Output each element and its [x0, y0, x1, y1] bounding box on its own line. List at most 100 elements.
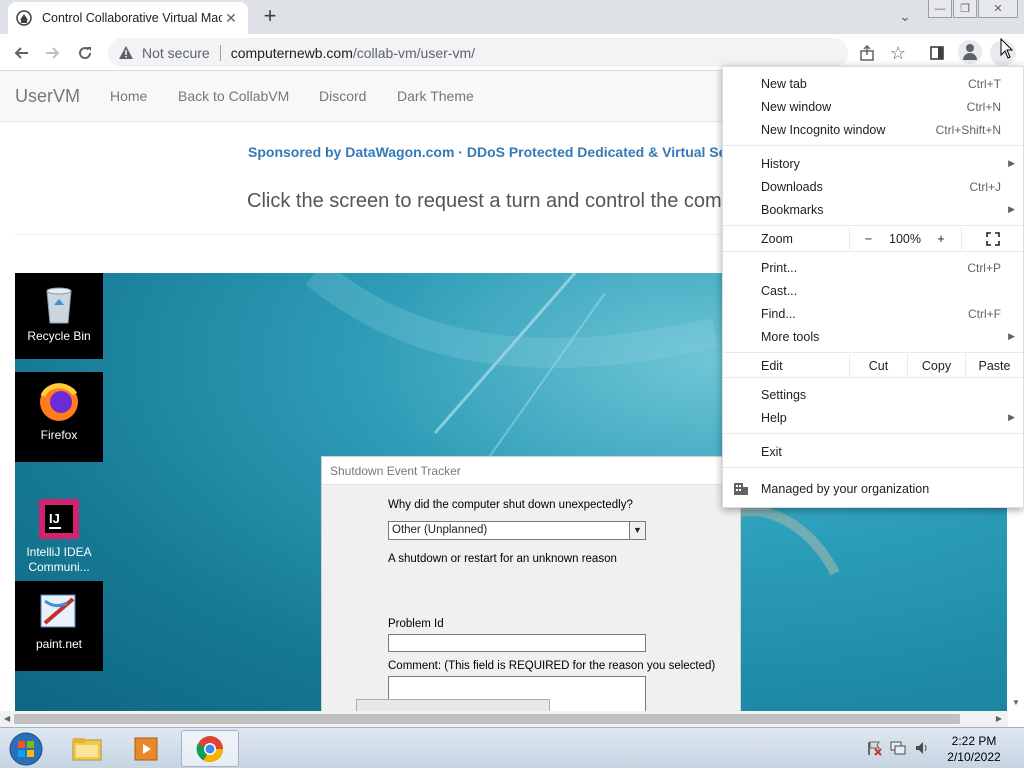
bookmark-star-icon[interactable]: ☆	[885, 40, 911, 66]
clock-date: 2/10/2022	[947, 750, 1001, 764]
windows-taskbar: 2:22 PM 2/10/2022	[0, 727, 1024, 768]
horizontal-scroll-thumb[interactable]	[14, 714, 960, 724]
menu-item-downloads[interactable]: Downloads Ctrl+J	[723, 175, 1023, 198]
zoom-out-button[interactable]: −	[849, 227, 887, 250]
tab-close-icon[interactable]: ✕	[222, 9, 240, 27]
recycle-bin-icon	[37, 281, 81, 325]
start-button[interactable]	[6, 730, 46, 767]
menu-separator	[723, 377, 1023, 378]
menu-item-history[interactable]: History ▶	[723, 152, 1023, 175]
horizontal-scrollbar[interactable]: ◀ ▶	[0, 711, 1008, 727]
menu-shortcut: Ctrl+J	[969, 179, 1001, 194]
volume-icon[interactable]	[914, 740, 930, 756]
share-icon[interactable]	[854, 40, 880, 66]
shutdown-reason-value: Other (Unplanned)	[392, 524, 488, 536]
menu-shortcut: Ctrl+F	[968, 306, 1001, 321]
side-panel-icon[interactable]	[924, 40, 950, 66]
profile-avatar-icon[interactable]	[958, 40, 982, 64]
url-path: /collab-vm/user-vm/	[352, 44, 476, 61]
menu-separator	[723, 145, 1023, 146]
desktop-icon-intellij[interactable]: IJ IntelliJ IDEA Communi...	[15, 489, 103, 581]
warning-icon[interactable]	[118, 45, 134, 61]
fullscreen-button[interactable]	[961, 227, 1023, 250]
system-clock[interactable]: 2:22 PM 2/10/2022	[940, 733, 1008, 765]
menu-separator	[723, 251, 1023, 252]
firefox-icon	[37, 380, 81, 424]
menu-label: New tab	[761, 76, 807, 91]
menu-item-find[interactable]: Find... Ctrl+F	[723, 302, 1023, 325]
taskbar-media-player[interactable]	[118, 730, 176, 767]
close-window-icon[interactable]: ✕	[978, 0, 1018, 18]
nav-link-dark-theme[interactable]: Dark Theme	[397, 88, 474, 104]
dropdown-arrow-icon[interactable]: ▼	[629, 522, 645, 539]
taskbar-chrome[interactable]	[181, 730, 239, 767]
scroll-right-arrow-icon[interactable]: ▶	[996, 714, 1002, 723]
security-label[interactable]: Not secure	[142, 45, 210, 61]
chrome-icon	[196, 735, 224, 762]
menu-item-print[interactable]: Print... Ctrl+P	[723, 256, 1023, 279]
url-host: computernewb.com	[230, 44, 353, 61]
menu-item-exit[interactable]: Exit	[723, 440, 1023, 463]
comment-label: Comment: (This field is REQUIRED for the…	[388, 660, 716, 672]
site-brand[interactable]: UserVM	[15, 86, 80, 107]
problem-id-input[interactable]	[388, 634, 646, 652]
nav-link-discord[interactable]: Discord	[319, 88, 366, 104]
collabvm-favicon-icon	[16, 10, 32, 26]
sponsor-name[interactable]: Sponsored by DataWagon.com	[248, 144, 454, 160]
nav-link-back-to-collabvm[interactable]: Back to CollabVM	[178, 88, 289, 104]
desktop-icon-paint-net[interactable]: paint.net	[15, 581, 103, 671]
shutdown-reason-select[interactable]: Other (Unplanned) ▼	[388, 521, 646, 540]
desktop-icon-recycle-bin[interactable]: Recycle Bin	[15, 273, 103, 359]
menu-item-bookmarks[interactable]: Bookmarks ▶	[723, 198, 1023, 221]
clock-time: 2:22 PM	[951, 734, 997, 748]
sponsor-banner[interactable]: Sponsored by DataWagon.com · DDoS Protec…	[248, 144, 726, 160]
menu-item-settings[interactable]: Settings	[723, 383, 1023, 406]
reload-icon[interactable]	[72, 40, 98, 66]
minimize-icon[interactable]: —	[928, 0, 952, 18]
tab-strip: Control Collaborative Virtual Machines ✕…	[0, 0, 1024, 34]
menu-label: Managed by your organization	[761, 482, 930, 496]
menu-item-new-tab[interactable]: New tab Ctrl+T	[723, 72, 1023, 95]
scroll-down-arrow-icon[interactable]: ▼	[1012, 698, 1020, 707]
menu-item-more-tools[interactable]: More tools ▶	[723, 325, 1023, 348]
address-bar[interactable]: Not secure computernewb.com/collab-vm/us…	[108, 38, 848, 67]
sponsor-separator: ·	[458, 144, 463, 160]
desktop-icon-label: Firefox	[40, 428, 78, 442]
network-icon[interactable]	[890, 740, 906, 756]
action-center-flag-icon[interactable]	[866, 740, 882, 756]
menu-label: Cast...	[761, 283, 798, 298]
tab-title: Control Collaborative Virtual Machines	[42, 11, 222, 25]
restore-icon[interactable]: ❐	[953, 0, 977, 18]
menu-item-new-window[interactable]: New window Ctrl+N	[723, 95, 1023, 118]
scroll-left-arrow-icon[interactable]: ◀	[4, 714, 10, 723]
copy-button[interactable]: Copy	[907, 354, 965, 377]
cut-button[interactable]: Cut	[849, 354, 907, 377]
browser-tab[interactable]: Control Collaborative Virtual Machines ✕	[8, 2, 248, 34]
submenu-arrow-icon: ▶	[1008, 204, 1015, 214]
menu-item-cast[interactable]: Cast...	[723, 279, 1023, 302]
menu-separator	[723, 433, 1023, 434]
building-icon	[734, 483, 748, 495]
dialog-overlapping-control[interactable]	[356, 699, 550, 711]
nav-link-home[interactable]: Home	[110, 88, 147, 104]
submenu-arrow-icon: ▶	[1008, 331, 1015, 341]
menu-item-help[interactable]: Help ▶	[723, 406, 1023, 429]
paste-button[interactable]: Paste	[965, 354, 1023, 377]
menu-separator	[723, 467, 1023, 468]
new-tab-icon[interactable]: +	[258, 5, 282, 29]
desktop-icon-label: paint.net	[35, 637, 83, 651]
zoom-in-button[interactable]: +	[923, 227, 959, 250]
menu-label: More tools	[761, 329, 820, 344]
menu-row-zoom: Zoom − 100% +	[723, 227, 1023, 250]
menu-item-managed[interactable]: Managed by your organization	[723, 475, 1023, 503]
forward-icon[interactable]	[40, 40, 66, 66]
tab-search-icon[interactable]: ⌄	[894, 8, 916, 26]
fullscreen-icon	[985, 231, 1000, 246]
desktop-icon-firefox[interactable]: Firefox	[15, 372, 103, 462]
taskbar-explorer[interactable]	[58, 730, 116, 767]
desktop-icon-label: IntelliJ IDEA Communi...	[26, 545, 92, 574]
menu-item-new-incognito-window[interactable]: New Incognito window Ctrl+Shift+N	[723, 118, 1023, 141]
turn-instructions: Click the screen to request a turn and c…	[247, 190, 733, 212]
sponsor-tagline[interactable]: DDoS Protected Dedicated & Virtual Se	[467, 144, 727, 160]
back-icon[interactable]	[8, 40, 34, 66]
